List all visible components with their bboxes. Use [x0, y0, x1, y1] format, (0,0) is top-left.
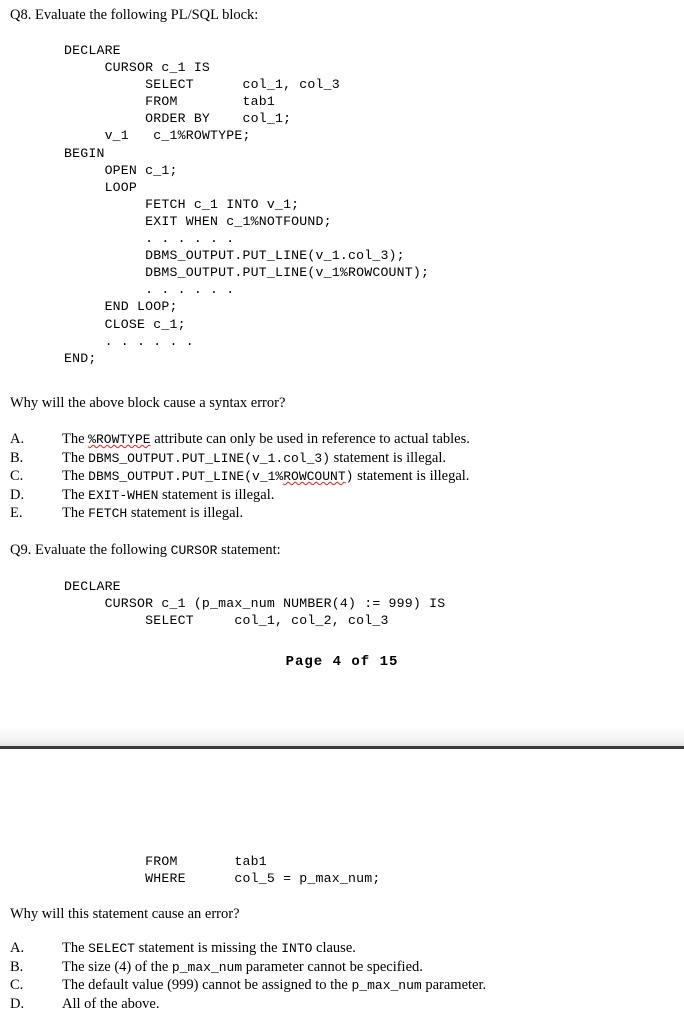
- q8-code-block: DECLARE CURSOR c_1 IS SELECT col_1, col_…: [64, 43, 430, 366]
- choice-tail: statement is illegal.: [158, 486, 275, 503]
- choice-tail: statement is illegal.: [330, 449, 446, 466]
- choice-text: The DBMS_OUTPUT.PUT_LINE(v_1.col_3) stat…: [62, 449, 446, 469]
- page-footer: Page 4 of 15: [285, 654, 399, 670]
- q9-prompt-tail: statement:: [217, 542, 281, 558]
- choice-tail: clause.: [312, 940, 356, 956]
- choice-letter: D.: [10, 486, 25, 503]
- document-page-top: Q8. Evaluate the following PL/SQL block:…: [0, 0, 684, 748]
- q8-choice-e[interactable]: E. The FETCH statement is illegal.: [0, 504, 684, 523]
- q8-choice-d[interactable]: D. The EXIT-WHEN statement is illegal.: [0, 486, 684, 505]
- choice-tail: parameter cannot be specified.: [242, 958, 423, 975]
- choice-lead: The: [62, 940, 89, 956]
- choice-tail: statement is illegal.: [127, 505, 244, 522]
- choice-lead: All of the above.: [62, 995, 160, 1012]
- choice-code-head: DBMS_OUTPUT.PUT_LINE(v_1%: [88, 469, 284, 485]
- choice-text: The %ROWTYPE attribute can only be used …: [62, 430, 470, 450]
- choice-letter: A.: [10, 431, 25, 447]
- choice-letter: C.: [10, 468, 24, 485]
- choice-letter: A.: [10, 940, 25, 956]
- document-page-bottom: FROM tab1 WHERE col_5 = p_max_num; Why w…: [0, 749, 684, 1024]
- choice-code-token: EXIT-WHEN: [88, 487, 159, 503]
- choice-lead: The: [62, 486, 89, 503]
- q8-choice-a[interactable]: A. The %ROWTYPE attribute can only be us…: [0, 430, 684, 449]
- choice-lead: The default value (999) cannot be assign…: [62, 977, 352, 994]
- choice-code-token: DBMS_OUTPUT.PUT_LINE(v_1.col_3): [88, 450, 331, 466]
- q9-prompt-code: CURSOR: [170, 543, 218, 558]
- q8-prompt: Q8. Evaluate the following PL/SQL block:: [10, 7, 259, 23]
- choice-text: The SELECT statement is missing the INTO…: [62, 939, 356, 959]
- choice-lead: The: [62, 431, 89, 447]
- choice-code-token-2: INTO: [281, 941, 313, 956]
- choice-letter: B.: [10, 449, 24, 466]
- choice-tail: parameter.: [421, 977, 487, 994]
- choice-code-token: %ROWTYPE: [88, 432, 151, 447]
- q8-choice-c[interactable]: C. The DBMS_OUTPUT.PUT_LINE(v_1%ROWCOUNT…: [0, 467, 684, 486]
- choice-text: The size (4) of the p_max_num parameter …: [62, 958, 423, 978]
- q9-choice-list: A. The SELECT statement is missing the I…: [0, 939, 684, 1013]
- choice-letter: C.: [10, 977, 24, 994]
- choice-lead: The: [62, 505, 89, 522]
- q8-choice-list: A. The %ROWTYPE attribute can only be us…: [0, 430, 684, 523]
- choice-code-token: SELECT: [88, 941, 135, 956]
- q9-code-block-part1: DECLARE CURSOR c_1 (p_max_num NUMBER(4) …: [64, 579, 446, 629]
- q9-prompt-lead: Q9. Evaluate the following: [10, 542, 171, 558]
- choice-code-token: p_max_num: [351, 978, 422, 994]
- q9-prompt: Q9. Evaluate the following CURSOR statem…: [10, 541, 281, 560]
- choice-text: The EXIT-WHEN statement is illegal.: [62, 486, 274, 506]
- choice-letter: B.: [10, 958, 24, 975]
- q9-sub-question: Why will this statement cause an error?: [10, 906, 240, 922]
- choice-code-token: FETCH: [88, 506, 128, 522]
- q9-choice-d[interactable]: D. All of the above.: [0, 995, 684, 1014]
- choice-mid: statement is missing the: [134, 940, 282, 956]
- choice-letter: E.: [10, 505, 23, 522]
- choice-lead: The size (4) of the: [62, 958, 172, 975]
- q9-code-block-part2: FROM tab1 WHERE col_5 = p_max_num;: [145, 854, 381, 887]
- choice-text: The DBMS_OUTPUT.PUT_LINE(v_1%ROWCOUNT) s…: [62, 467, 469, 487]
- q9-choice-a[interactable]: A. The SELECT statement is missing the I…: [0, 939, 684, 958]
- choice-text: The FETCH statement is illegal.: [62, 504, 243, 524]
- choice-tail: statement is illegal.: [353, 468, 470, 485]
- q8-sub-question: Why will the above block cause a syntax …: [10, 395, 286, 411]
- q9-choice-c[interactable]: C. The default value (999) cannot be ass…: [0, 976, 684, 995]
- choice-text: The default value (999) cannot be assign…: [62, 976, 486, 996]
- choice-lead: The: [62, 449, 89, 466]
- q9-choice-b[interactable]: B. The size (4) of the p_max_num paramet…: [0, 958, 684, 977]
- choice-tail: attribute can only be used in reference …: [150, 431, 470, 447]
- q8-choice-b[interactable]: B. The DBMS_OUTPUT.PUT_LINE(v_1.col_3) s…: [0, 449, 684, 468]
- choice-code-misspelled: ROWCOUNT: [283, 469, 346, 485]
- choice-lead: The: [62, 468, 89, 485]
- page-break-shade: [0, 726, 684, 746]
- choice-code-token: p_max_num: [171, 959, 243, 975]
- choice-text: All of the above.: [62, 995, 159, 1015]
- choice-letter: D.: [10, 995, 25, 1012]
